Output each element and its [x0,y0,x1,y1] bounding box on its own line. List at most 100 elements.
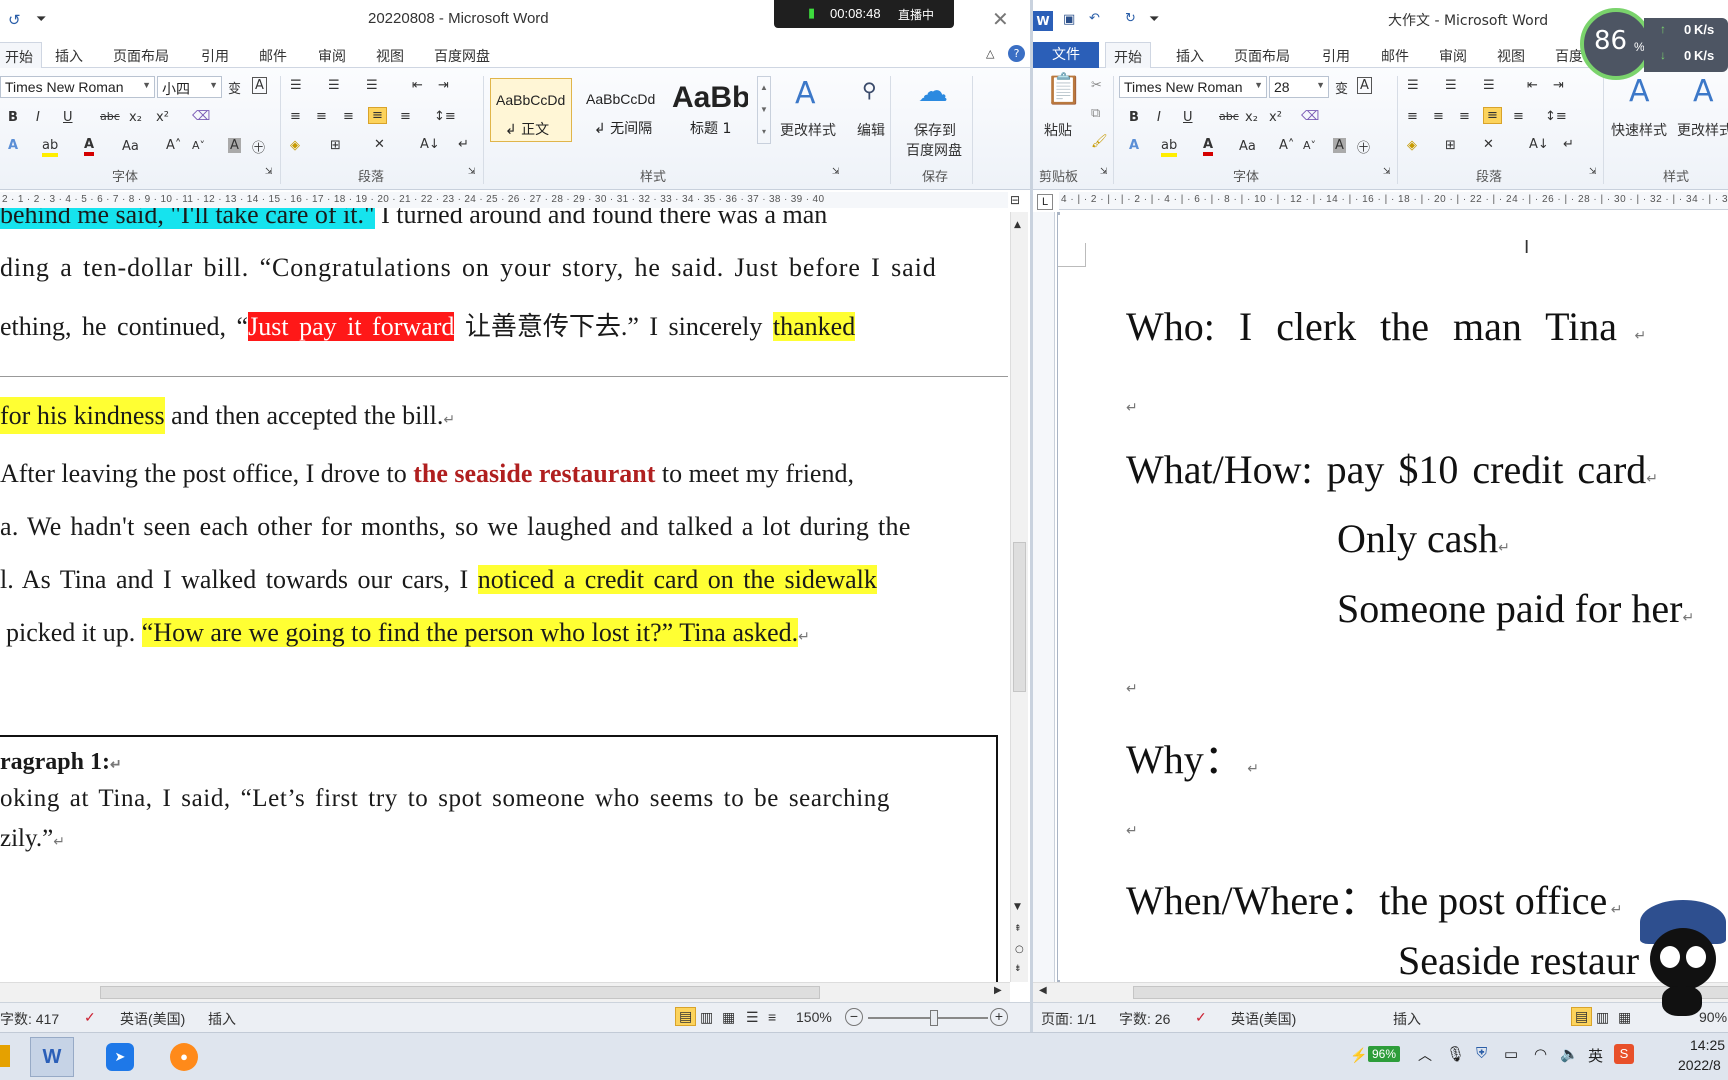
view-web-icon[interactable]: ▦ [722,1009,735,1026]
chinese-layout-icon[interactable]: ✕ [374,137,385,152]
tab-stop-selector[interactable]: L [1037,194,1053,210]
underline-icon[interactable]: U [1183,110,1193,125]
superscript-icon[interactable]: x² [156,110,169,125]
vertical-ruler[interactable] [1033,212,1055,982]
tab-view[interactable]: 视图 [1497,46,1525,66]
wifi-icon[interactable]: ◠ [1534,1045,1547,1063]
char-border-icon[interactable]: A [252,77,267,94]
dialog-launcher-icon[interactable]: ⇲ [468,167,476,177]
sogou-icon[interactable]: S [1614,1044,1634,1064]
help-icon[interactable]: ? [1008,45,1025,62]
zoom-in-icon[interactable]: + [990,1008,1008,1026]
qat-dropdown-icon[interactable]: ⏷ [36,12,46,27]
text-effect-icon[interactable]: A [1129,138,1139,153]
edit-label[interactable]: 编辑 [857,120,885,140]
clock-date[interactable]: 2022/8 [1678,1057,1721,1073]
style-normal[interactable]: AaBbCcDd ↲ 正文 [490,78,572,142]
grow-font-icon[interactable]: A˄ [166,138,181,153]
tab-baidu[interactable]: 百度 [1555,46,1583,66]
underline-icon[interactable]: U [63,110,73,125]
chinese-layout-icon[interactable]: ✕ [1483,137,1494,152]
highlight-icon[interactable]: ab [1161,138,1178,157]
change-styles-icon[interactable]: A [795,76,816,111]
multilevel-icon[interactable]: ☰ [1483,78,1495,93]
multilevel-icon[interactable]: ☰ [366,78,378,93]
subscript-icon[interactable]: x₂ [1245,110,1258,125]
language-status[interactable]: 英语(美国) [1231,1009,1296,1029]
close-icon[interactable]: ✕ [992,7,1009,31]
bullets-icon[interactable]: ☰ [290,78,302,93]
network-speed-widget[interactable]: 86 % ↑ 0 K/s ↓ 0 K/s [1580,8,1728,88]
tab-home[interactable]: 开始 [1105,42,1151,69]
volume-icon[interactable]: 🔈 [1560,1045,1579,1063]
left-vertical-scrollbar[interactable]: ▲ ▼ ⇞ ○ ⇟ [1010,212,1028,982]
strikethrough-icon[interactable]: abc [1219,110,1239,123]
line-spacing-icon[interactable]: ↕≡ [1545,109,1567,124]
tab-page-layout[interactable]: 页面布局 [1234,46,1290,66]
browse-object-icon[interactable]: ○ [1015,944,1024,955]
change-styles-label[interactable]: 更改样式 [780,120,836,140]
undo-icon[interactable]: ↶ [1089,11,1100,26]
dialog-launcher-icon[interactable]: ⇲ [265,167,273,177]
char-shading-icon[interactable]: A [228,138,241,153]
qat-dropdown-icon[interactable]: ⏷ [1149,12,1159,27]
zoom-slider-track[interactable] [868,1017,988,1019]
tab-review[interactable]: 审阅 [1439,46,1467,66]
tab-insert[interactable]: 插入 [55,46,83,66]
align-left-icon[interactable]: ≡ [290,109,301,124]
zoom-slider-thumb[interactable] [930,1010,938,1026]
borders-icon[interactable]: ⊞ [330,138,341,153]
view-fullscreen-icon[interactable]: ▥ [1596,1009,1609,1026]
tab-page-layout[interactable]: 页面布局 [113,46,169,66]
usb-icon[interactable]: ▭ [1504,1045,1518,1063]
language-status[interactable]: 英语(美国) [120,1009,185,1029]
ribbon-collapse-icon[interactable]: △ [986,47,994,60]
right-horizontal-ruler[interactable]: 4 · | · 2 · | · | · 2 · | · 4 · | · 6 · … [1059,192,1728,210]
view-outline-icon[interactable]: ☰ [746,1009,759,1026]
align-right-icon[interactable]: ≡ [1459,109,1470,124]
distributed-icon[interactable]: ≡ [1513,109,1524,124]
align-left-icon[interactable]: ≡ [1407,109,1418,124]
justify-icon[interactable]: ≡ [1483,107,1502,124]
security-shield-icon[interactable]: ⛨ [1476,1045,1487,1062]
save-icon[interactable]: ▣ [1063,12,1075,27]
sort-icon[interactable]: A↓ [420,137,440,152]
decrease-indent-icon[interactable]: ⇤ [1527,78,1538,93]
cut-icon[interactable]: ✂ [1091,78,1102,93]
copy-icon[interactable]: ⧉ [1091,106,1100,121]
taskbar-feishu-icon[interactable]: ➤ [106,1043,134,1071]
left-document-page[interactable]: behind me said, "I'll take care of it." … [0,208,1008,983]
shading-icon[interactable]: ◈ [1407,138,1417,153]
align-right-icon[interactable]: ≡ [343,109,354,124]
phonetic-guide-icon[interactable]: 变 [228,78,241,97]
italic-icon[interactable]: I [36,110,40,125]
subscript-icon[interactable]: x₂ [129,110,142,125]
tab-references[interactable]: 引用 [201,46,229,66]
baidu-cloud-icon[interactable]: ☁ [918,74,948,109]
spellcheck-icon[interactable]: ✓ [1195,1009,1207,1026]
styles-scroll[interactable]: ▲ ▼ ▾ [757,76,771,144]
format-painter-icon[interactable]: 🖌 [1091,134,1108,149]
style-heading-1[interactable]: AaBb 标题 1 [668,78,748,142]
redo-icon[interactable]: ↻ [1125,11,1136,26]
word-app-icon[interactable]: W [1033,11,1053,31]
shrink-font-icon[interactable]: A˅ [192,139,205,152]
binoculars-icon[interactable]: ⚲ [862,78,877,102]
show-marks-icon[interactable]: ↵ [458,137,469,152]
view-print-layout-icon[interactable]: ▤ [675,1007,697,1026]
font-name-box[interactable]: Times New Roman ▼ [1119,76,1267,98]
scroll-up-icon[interactable]: ▲ [1014,220,1021,230]
recording-badge[interactable]: ▮ 00:08:48 直播中 [774,0,954,28]
page-count[interactable]: 页面: 1/1 [1041,1009,1096,1029]
tab-baidu-pan[interactable]: 百度网盘 [434,46,490,66]
taskbar-word-icon[interactable]: W [30,1037,74,1077]
scroll-left-icon[interactable]: ◀ [1039,985,1047,996]
scroll-right-icon[interactable]: ▶ [994,985,1002,996]
align-center-icon[interactable]: ≡ [1433,109,1444,124]
style-no-spacing[interactable]: AaBbCcDd ↲ 无间隔 [578,78,664,142]
clock-time[interactable]: 14:25 [1690,1037,1725,1053]
font-size-box[interactable]: 小四 ▼ [157,76,222,98]
paste-icon[interactable]: 📋 [1045,72,1082,107]
borders-icon[interactable]: ⊞ [1445,138,1456,153]
increase-indent-icon[interactable]: ⇥ [438,78,449,93]
